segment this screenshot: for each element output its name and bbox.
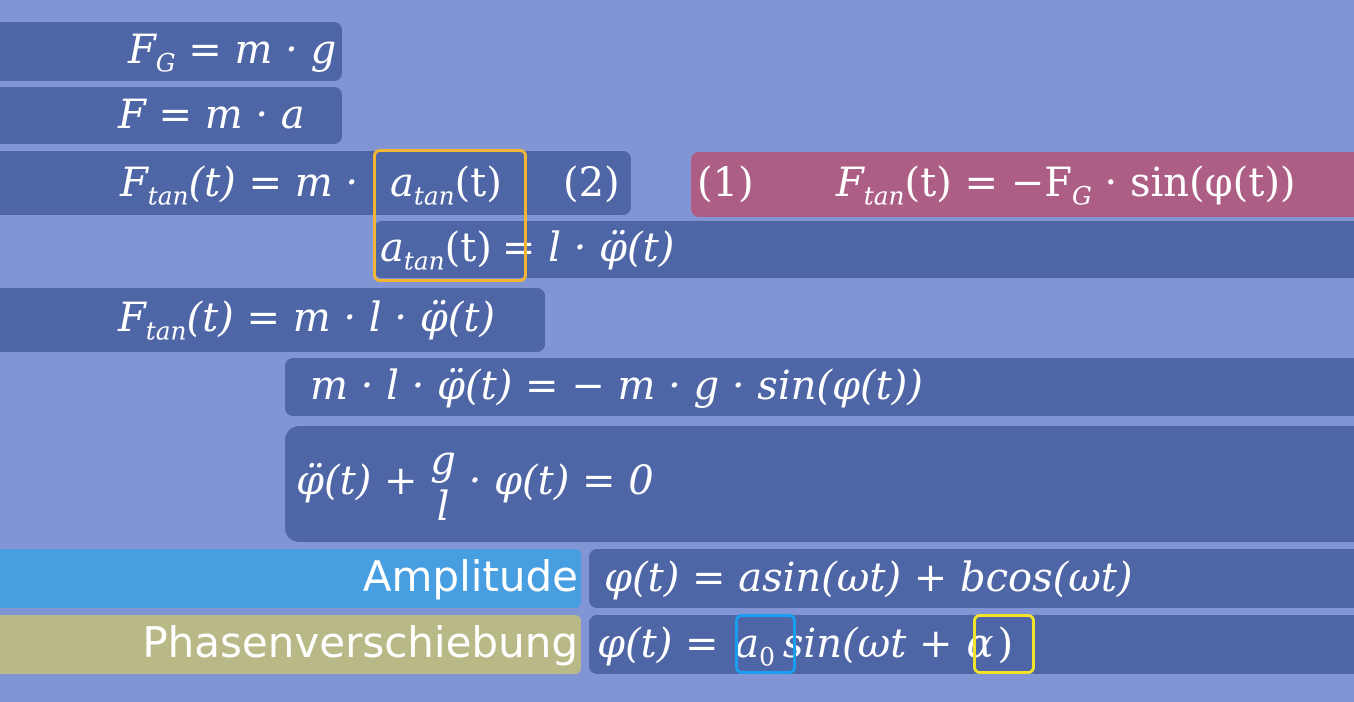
eq-ftan3-rhs: (t) = m · l · φ̈(t) xyxy=(186,295,496,341)
eq-red-sub1: tan xyxy=(863,181,905,211)
eq-diff-den: l xyxy=(436,484,450,530)
eq-fg-rhs: = m · g xyxy=(175,27,337,73)
eq-tangential-force-gravity: Ftan(t) = −FG · sin(φ(t)) xyxy=(836,160,1296,209)
eq-sol2-lhs: φ(t) = xyxy=(597,621,719,667)
phase-shift-label: Phasenverschiebung xyxy=(142,618,578,667)
amplitude-label: Amplitude xyxy=(362,552,578,601)
eq-sol2-mid: sin(ωt + xyxy=(782,621,953,667)
eq-ftan-sub: tan xyxy=(147,181,189,211)
eq-red-f: F xyxy=(836,160,864,206)
blue-highlight xyxy=(735,614,796,674)
eq-number-2: (2) xyxy=(563,160,620,206)
eq-ftan-f: F xyxy=(120,160,148,206)
eq-tangential-force: Ftan(t) = m · xyxy=(120,160,359,209)
eq-general-solution: φ(t) = asin(ωt) + bcos(ωt) xyxy=(604,555,1133,601)
eq-red-mid: (t) = −F xyxy=(904,160,1072,206)
eq-differential-equation: φ̈(t) + gl · φ(t) = 0 xyxy=(296,438,654,530)
eq-tangential-force-substituted: Ftan(t) = m · l · φ̈(t) xyxy=(118,295,496,344)
eq-diff-fraction: gl xyxy=(430,438,456,530)
eq-newton-second-law: F = m · a xyxy=(118,92,305,138)
eq-diff-num: g xyxy=(430,438,456,484)
eq-atan2-rhs: = l · φ̈(t) xyxy=(501,225,675,271)
eq-diff-lhs: φ̈(t) + xyxy=(296,458,431,504)
orange-highlight xyxy=(373,149,527,282)
eq-gravity-force: FG = m · g xyxy=(128,27,337,76)
eq-number-1: (1) xyxy=(697,160,754,206)
eq-red-sub2: G xyxy=(1071,181,1092,211)
eq-amplitude-phase-solution: φ(t) = a0 sin(ωt + α) xyxy=(597,621,1013,670)
eq-fg-f: F xyxy=(128,27,156,73)
eq-red-rhs: · sin(φ(t)) xyxy=(1091,160,1296,206)
eq-ftan-mid: (t) = m · xyxy=(188,160,359,206)
yellow-highlight xyxy=(973,614,1035,674)
eq-fg-sub: G xyxy=(155,48,176,78)
eq-diff-rhs: · φ(t) = 0 xyxy=(455,458,654,504)
eq-equation-of-motion: m · l · φ̈(t) = − m · g · sin(φ(t)) xyxy=(310,363,923,409)
eq-ftan3-sub: tan xyxy=(145,316,187,346)
eq-ftan3-f: F xyxy=(118,295,146,341)
